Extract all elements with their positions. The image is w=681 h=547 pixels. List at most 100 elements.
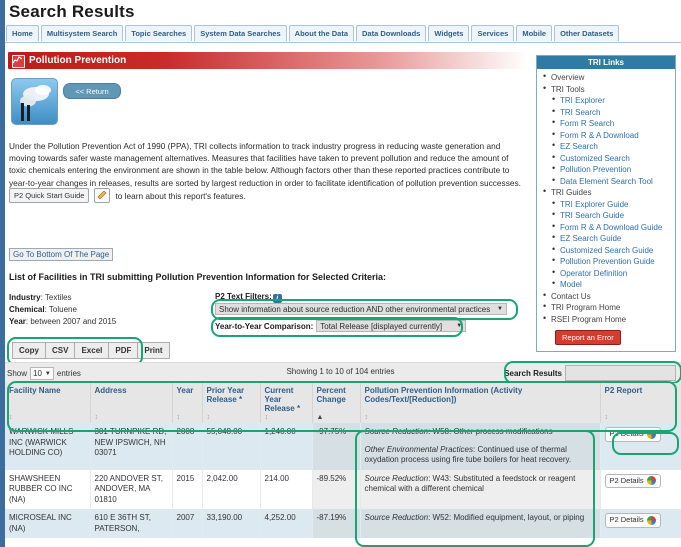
nav-tab-home[interactable]: Home	[6, 25, 39, 41]
col-percent-change[interactable]: Percent Change ▲	[312, 383, 361, 423]
sidebar-item-customized-search[interactable]: Customized Search	[550, 152, 671, 165]
export-print-button[interactable]: Print	[137, 342, 170, 359]
sidebar-item-form-r-a-download[interactable]: Form R & A Download	[550, 129, 671, 142]
sort-icon: ↕	[94, 414, 99, 421]
p2-entry-text: W58: Other process modifications	[432, 427, 553, 436]
sidebar-item-tri-explorer-guide[interactable]: TRI Explorer Guide	[550, 198, 671, 211]
export-csv-button[interactable]: CSV	[45, 342, 76, 359]
col-label: Current Year Release *	[264, 386, 301, 413]
return-button[interactable]: << Return	[63, 83, 121, 99]
table-row[interactable]: SHAWSHEEN RUBBER CO INC (NA) 220 ANDOVER…	[5, 469, 681, 509]
year-to-year-row: Year-to-Year Comparison: Total Release […	[215, 320, 467, 332]
cell-prior-year-release: 2,042.00	[202, 469, 261, 509]
report-an-error-button[interactable]: Report an Error	[555, 330, 621, 345]
nav-tab-multisystem-search[interactable]: Multisystem Search	[40, 25, 124, 41]
sidebar-item-form-r-search[interactable]: Form R Search	[550, 117, 671, 130]
yty-select[interactable]: Total Release [displayed currently] ▼	[316, 320, 467, 332]
sort-icon: ↕	[364, 414, 369, 421]
year-label: Year	[9, 316, 26, 326]
info-icon[interactable]: i	[272, 294, 282, 303]
sort-icon: ↕	[206, 414, 211, 421]
sidebar-item-customized-search-guide[interactable]: Customized Search Guide	[550, 244, 671, 257]
sidebar-item-tri-program-home[interactable]: TRI Program Home	[541, 301, 671, 314]
nav-tabs: Home Multisystem Search Topic Searches S…	[6, 25, 620, 41]
p2-details-button[interactable]: P2 Details	[604, 473, 661, 488]
cell-current-year-release: 4,252.00	[260, 509, 313, 538]
quick-start-row: P2 Quick Start Guide to learn about this…	[9, 188, 246, 203]
sidebar-item-contact-us[interactable]: Contact Us	[541, 290, 671, 303]
launch-external-icon[interactable]	[94, 188, 111, 203]
sidebar-group-tri-tools[interactable]: TRI Tools	[541, 83, 671, 96]
cell-p2-report: P2 Details	[600, 423, 681, 470]
cell-current-year-release: 214.00	[260, 469, 313, 509]
col-current-year-release[interactable]: Current Year Release * ↕	[260, 383, 313, 423]
sidebar-item-ez-search[interactable]: EZ Search	[550, 140, 671, 153]
tri-links-title: TRI Links	[537, 56, 675, 69]
col-p2-report[interactable]: P2 Report ↕	[600, 383, 681, 423]
cell-percent-change: -89.52%	[312, 469, 361, 509]
pie-chart-icon	[646, 476, 656, 486]
sidebar-item-pollution-prevention-guide[interactable]: Pollution Prevention Guide	[550, 255, 671, 268]
p2-text-filter-select[interactable]: Show information about source reduction …	[215, 303, 507, 315]
col-prior-year-release[interactable]: Prior Year Release * ↕	[202, 383, 261, 423]
nav-tab-mobile[interactable]: Mobile	[516, 25, 553, 41]
nav-tab-widgets[interactable]: Widgets	[428, 25, 470, 41]
chevron-down-icon: ▼	[456, 323, 463, 329]
quick-start-caption: to learn about this report's features.	[115, 190, 246, 201]
nav-tab-other-datasets[interactable]: Other Datasets	[554, 25, 620, 41]
sidebar-group-tri-guides[interactable]: TRI Guides	[541, 186, 671, 199]
col-p2-information[interactable]: Pollution Prevention Information (Activi…	[360, 383, 601, 423]
year-value: between 2007 and 2015	[30, 316, 117, 326]
sidebar-item-pollution-prevention[interactable]: Pollution Prevention	[550, 163, 671, 176]
cell-p2-report: P2 Details	[600, 469, 681, 509]
go-to-bottom-link[interactable]: Go To Bottom Of The Page	[9, 248, 114, 261]
cell-p2-information: Source Reduction: W43: Substituted a fee…	[360, 469, 601, 509]
table-row[interactable]: MICROSEAL INC (NA) 610 E 36TH ST, PATERS…	[5, 509, 681, 538]
nav-tab-topic-searches[interactable]: Topic Searches	[125, 25, 193, 41]
p2-quick-start-guide-button[interactable]: P2 Quick Start Guide	[9, 188, 90, 203]
sidebar-item-form-r-a-download-guide[interactable]: Form R & A Download Guide	[550, 221, 671, 234]
col-address[interactable]: Address ↕	[90, 383, 173, 423]
nav-tab-data-downloads[interactable]: Data Downloads	[356, 25, 427, 41]
search-results-control: Search Results	[504, 365, 676, 381]
pie-chart-icon	[646, 515, 656, 525]
yty-label: Year-to-Year Comparison:	[215, 321, 314, 331]
p2-details-button[interactable]: P2 Details	[604, 427, 661, 442]
banner-title: Pollution Prevention	[29, 55, 127, 66]
tri-links-panel: TRI Links Overview TRI Tools TRI Explore…	[536, 55, 676, 352]
table-row[interactable]: WARWICK MILLS INC (WARWICK HOLDING CO) 3…	[5, 423, 681, 470]
sidebar-item-tri-search[interactable]: TRI Search	[550, 106, 671, 119]
export-pdf-button[interactable]: PDF	[108, 342, 139, 359]
col-label: Facility Name	[9, 386, 61, 395]
p2-text-filters-text: P2 Text Filters:	[215, 292, 272, 301]
nav-tab-system-data-searches[interactable]: System Data Searches	[194, 25, 287, 41]
sidebar-item-operator-definition[interactable]: Operator Definition	[550, 267, 671, 280]
export-excel-button[interactable]: Excel	[74, 342, 110, 359]
tri-tools-sublist: TRI Explorer TRI Search Form R Search Fo…	[550, 94, 671, 188]
cell-p2-report: P2 Details	[600, 509, 681, 538]
nav-tab-services[interactable]: Services	[471, 25, 515, 41]
cell-facility-name: MICROSEAL INC (NA)	[5, 509, 91, 538]
sidebar-item-data-element-search-tool[interactable]: Data Element Search Tool	[550, 175, 671, 188]
col-label: Year	[176, 386, 194, 395]
table-header-row: Facility Name ↕ Address ↕ Year ↕ Prior Year…	[5, 383, 681, 423]
sort-icon: ↕	[176, 414, 181, 421]
p2-text-filter-value: Show information about source reduction …	[219, 304, 491, 314]
sidebar-item-overview[interactable]: Overview	[541, 71, 671, 84]
sidebar-item-tri-search-guide[interactable]: TRI Search Guide	[550, 209, 671, 222]
sort-asc-icon: ▲	[316, 414, 324, 421]
p2-details-button[interactable]: P2 Details	[604, 513, 661, 528]
col-year[interactable]: Year ↕	[172, 383, 203, 423]
search-input[interactable]	[565, 365, 676, 381]
cell-p2-information: Source Reduction: W52: Modified equipmen…	[360, 509, 601, 538]
col-facility-name[interactable]: Facility Name ↕	[5, 383, 91, 423]
sidebar-item-model[interactable]: Model	[550, 278, 671, 291]
sidebar-item-rsei-program-home[interactable]: RSEI Program Home	[541, 313, 671, 326]
export-copy-button[interactable]: Copy	[12, 342, 46, 359]
search-results-label: Search Results	[504, 368, 562, 378]
sidebar-item-ez-search-guide[interactable]: EZ Search Guide	[550, 232, 671, 245]
cell-prior-year-release: 33,190.00	[202, 509, 261, 538]
nav-tab-about-the-data[interactable]: About the Data	[288, 25, 354, 41]
tri-links-list: Overview TRI Tools TRI Explorer TRI Sear…	[541, 71, 671, 326]
sidebar-item-tri-explorer[interactable]: TRI Explorer	[550, 94, 671, 107]
